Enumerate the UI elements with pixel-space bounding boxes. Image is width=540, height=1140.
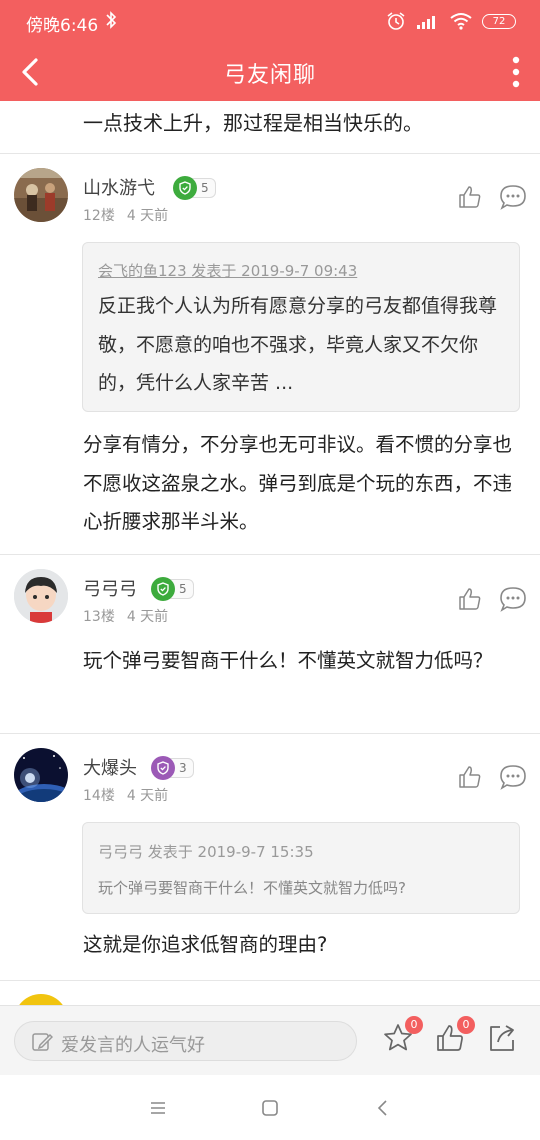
username[interactable]: 大爆头 <box>83 754 137 780</box>
system-nav-bar <box>0 1075 540 1140</box>
quote-header: 弓弓弓 发表于 2019-9-7 15:35 <box>98 843 314 861</box>
home-icon[interactable] <box>259 1097 281 1119</box>
post-time: 4 天前 <box>126 788 169 804</box>
app-bar: 弓友闲聊 <box>0 42 540 101</box>
username[interactable]: 弓弓弓 <box>83 575 137 601</box>
post-content: 分享有情分，不分享也无可非议。看不惯的分享也不愿收这盗泉之水。弹弓到底是个玩的东… <box>83 433 513 533</box>
shield-icon <box>173 176 197 200</box>
page-title: 弓友闲聊 <box>223 63 316 88</box>
comment-placeholder: 爱发言的人运气好 <box>61 1035 205 1056</box>
comment-icon[interactable] <box>499 763 527 791</box>
status-icons: 72 <box>386 10 516 32</box>
level-badge: 5 <box>151 577 194 601</box>
avatar[interactable] <box>14 748 68 802</box>
post-meta: 14楼 4 天前 <box>83 785 168 805</box>
menu-icon[interactable] <box>147 1097 169 1119</box>
comment-input[interactable]: 爱发言的人运气好 <box>14 1021 357 1061</box>
battery-icon: 72 <box>482 13 516 29</box>
alarm-icon <box>387 12 405 30</box>
more-menu-button[interactable] <box>506 52 526 92</box>
unused <box>457 687 483 713</box>
post-content: 玩个弹弓要智商干什么！不懂英文就智力低吗？ <box>83 649 493 672</box>
like-icon[interactable] <box>457 764 483 790</box>
avatar[interactable] <box>14 569 68 623</box>
like-button[interactable]: 0 <box>434 1016 475 1054</box>
avatar[interactable] <box>14 994 68 1005</box>
post-time: 4 天前 <box>126 208 169 224</box>
back-icon[interactable] <box>372 1097 394 1119</box>
post-12: 山水游弋 5 12楼 4 天前 会飞的鱼123 发表于 2019-9-7 09:4… <box>0 154 540 554</box>
wifi-icon <box>450 13 472 30</box>
post-time: 4 天前 <box>126 609 169 625</box>
thread-content: 一点技术上升，那过程是相当快乐的。 山水游弋 5 12楼 4 天前 会飞的鱼12… <box>0 101 540 1005</box>
share-icon <box>490 1025 514 1051</box>
share-button[interactable] <box>486 1022 518 1054</box>
edit-icon <box>32 1033 53 1051</box>
post-meta: 12楼 4 天前 <box>83 205 168 225</box>
previous-post-text: 一点技术上升，那过程是相当快乐的。 <box>83 111 423 135</box>
like-icon[interactable] <box>457 184 483 210</box>
battery-level: 72 <box>492 15 506 27</box>
floor-number: 14楼 <box>83 788 115 804</box>
quote-text: 反正我个人认为所有愿意分享的弓友都值得我尊敬，不愿意的咱也不强求，毕竟人家又不欠… <box>98 295 498 394</box>
status-time: 傍晚6:46 <box>26 16 99 36</box>
quote-block[interactable]: 会飞的鱼123 发表于 2019-9-7 09:43 反正我个人认为所有愿意分享… <box>82 242 520 412</box>
quote-text: 玩个弹弓要智商干什么！不懂英文就智力低吗? <box>98 879 406 897</box>
shield-icon <box>151 756 175 780</box>
status-bar: 傍晚6:46 72 <box>0 0 540 42</box>
favorite-button[interactable]: 0 <box>382 1016 423 1054</box>
comment-icon[interactable] <box>499 183 527 211</box>
post-14: 大爆头 3 14楼 4 天前 弓弓弓 发表于 2019-9-7 15:35 玩个弹… <box>0 734 540 982</box>
divider <box>0 980 540 981</box>
comment-icon[interactable] <box>499 585 527 613</box>
quote-header[interactable]: 会飞的鱼123 发表于 2019-9-7 09:43 <box>98 260 357 281</box>
like-icon[interactable] <box>457 586 483 612</box>
signal-icon <box>417 16 435 29</box>
level-badge: 3 <box>151 756 194 780</box>
username[interactable]: 山水游弋 <box>83 174 155 200</box>
comment-bar: 爱发言的人运气好 0 0 <box>0 1005 540 1075</box>
favorite-count: 0 <box>405 1016 423 1034</box>
post-content: 这就是你追求低智商的理由? <box>83 933 328 956</box>
bluetooth-icon <box>106 11 117 29</box>
level-badge: 5 <box>173 176 216 200</box>
avatar[interactable] <box>14 168 68 222</box>
shield-icon <box>151 577 175 601</box>
quote-block[interactable]: 弓弓弓 发表于 2019-9-7 15:35 玩个弹弓要智商干什么！不懂英文就智… <box>82 822 520 914</box>
like-count: 0 <box>457 1016 475 1034</box>
floor-number: 12楼 <box>83 208 115 224</box>
floor-number: 13楼 <box>83 609 115 625</box>
post-meta: 13楼 4 天前 <box>83 606 168 626</box>
post-13: 弓弓弓 5 13楼 4 天前 玩个弹弓要智商干什么！不懂英文就智力低吗？ <box>0 555 540 733</box>
